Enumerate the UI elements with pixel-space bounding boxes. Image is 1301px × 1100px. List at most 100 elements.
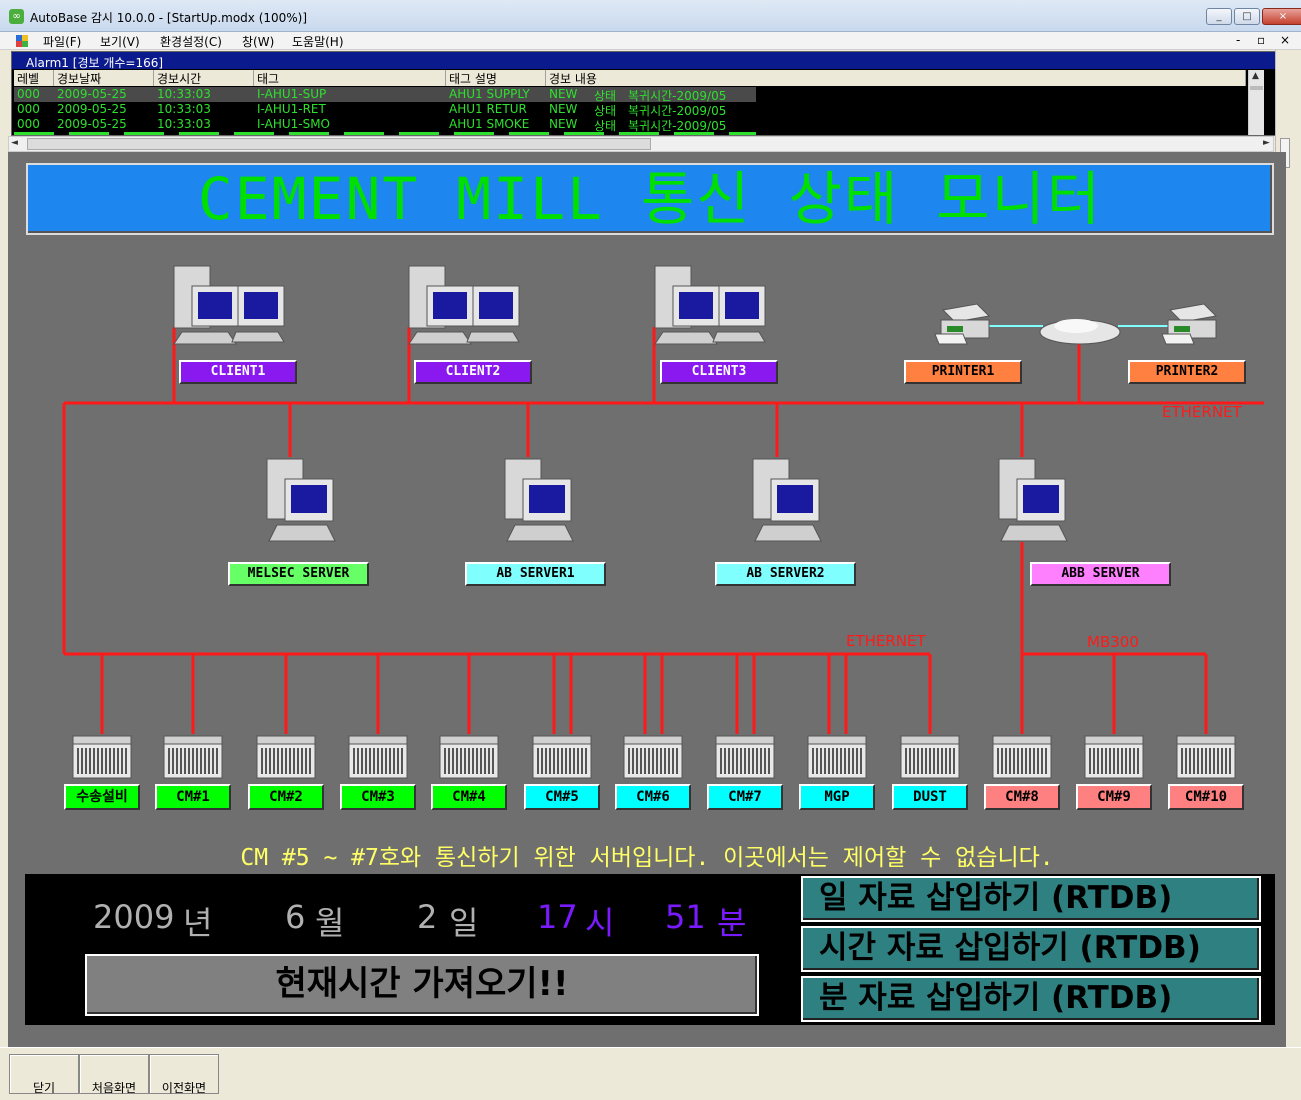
plc-rack-icon[interactable] bbox=[806, 732, 868, 780]
plc-rack-icon[interactable] bbox=[1175, 732, 1237, 780]
minute-unit: 분 bbox=[717, 904, 747, 942]
menu-view[interactable]: 보기(V) bbox=[100, 33, 140, 50]
printer-icon[interactable] bbox=[933, 300, 993, 348]
alarm-table-header: 레벨 경보날짜 경보시간 태그 태그 설명 경보 내용 bbox=[14, 70, 1246, 86]
client-workstation-icon[interactable] bbox=[649, 260, 774, 350]
menu-window[interactable]: 창(W) bbox=[242, 33, 274, 50]
alarm-message: 복귀시간-2009/05 bbox=[628, 89, 727, 102]
server-computer-icon[interactable] bbox=[501, 455, 576, 545]
printer2-label[interactable]: PRINTER2 bbox=[1128, 360, 1246, 384]
plc-label[interactable]: MGP bbox=[799, 784, 875, 810]
plc-rack-icon[interactable] bbox=[71, 732, 133, 780]
alarm-date: 2009-05-25 bbox=[57, 117, 127, 131]
menu-bar: 파일(F) 보기(V) 환경설정(C) 창(W) 도움말(H) - ▫ × bbox=[0, 32, 1301, 50]
alarm-scrollbar[interactable]: ▲ bbox=[1248, 70, 1264, 135]
month-unit: 월 bbox=[315, 904, 345, 942]
alarm-level: 000 bbox=[17, 102, 40, 116]
plc-rack-icon[interactable] bbox=[714, 732, 776, 780]
get-current-time-button[interactable]: 현재시간 가져오기!! bbox=[85, 954, 759, 1016]
menu-file[interactable]: 파일(F) bbox=[43, 33, 81, 50]
menu-help[interactable]: 도움말(H) bbox=[292, 33, 344, 50]
plc-label[interactable]: CM#9 bbox=[1076, 784, 1152, 810]
printer-icon[interactable] bbox=[1160, 300, 1220, 348]
server-computer-icon[interactable] bbox=[749, 455, 824, 545]
hour-value: 17 bbox=[537, 898, 578, 936]
scroll-thumb[interactable] bbox=[1250, 86, 1263, 90]
plc-label[interactable]: DUST bbox=[892, 784, 968, 810]
plc-label[interactable]: CM#1 bbox=[155, 784, 231, 810]
autobase-app-icon[interactable]: ∞ bbox=[9, 9, 24, 24]
plc-rack-icon[interactable] bbox=[255, 732, 317, 780]
ab-server2-label[interactable]: AB SERVER2 bbox=[715, 562, 856, 586]
alarm-row[interactable]: 000 2009-05-25 10:33:03 I-AHU1-SMO AHU1 … bbox=[14, 117, 756, 132]
mdi-minimize-button[interactable]: - bbox=[1236, 33, 1240, 47]
scroll-left-icon[interactable]: ◄ bbox=[11, 138, 18, 148]
plc-label[interactable]: CM#8 bbox=[984, 784, 1060, 810]
col-alarm-content[interactable]: 경보 내용 bbox=[546, 70, 1246, 86]
plc-label[interactable]: CM#7 bbox=[707, 784, 783, 810]
plc-label[interactable]: CM#2 bbox=[248, 784, 324, 810]
menu-settings[interactable]: 환경설정(C) bbox=[160, 33, 222, 50]
col-level[interactable]: 레벨 bbox=[14, 70, 54, 86]
plc-rack-icon[interactable] bbox=[347, 732, 409, 780]
alarm-message: 복귀시간-2009/05 bbox=[628, 104, 727, 117]
time-control-panel: 2009 년 6 월 2 일 17 시 51 분 현재시간 가져오기!! 일 자… bbox=[25, 874, 1275, 1025]
client2-label[interactable]: CLIENT2 bbox=[414, 360, 532, 384]
alarm-row[interactable]: 000 2009-05-25 10:33:03 I-AHU1-RET AHU1 … bbox=[14, 102, 756, 117]
year-unit: 년 bbox=[183, 904, 213, 942]
client-workstation-icon[interactable] bbox=[168, 260, 293, 350]
alarm-row[interactable]: 000 2009-05-25 10:33:03 I-AHU1-SUP AHU1 … bbox=[14, 87, 756, 102]
plc-label[interactable]: CM#3 bbox=[340, 784, 416, 810]
insert-minute-data-button[interactable]: 분 자료 삽입하기 (RTDB) bbox=[801, 976, 1261, 1022]
previous-screen-button[interactable]: 이전화면 bbox=[149, 1054, 219, 1095]
horizontal-scrollbar[interactable]: ◄ ► bbox=[8, 136, 1274, 152]
plc-rack-icon[interactable] bbox=[1083, 732, 1145, 780]
insert-hour-data-button[interactable]: 시간 자료 삽입하기 (RTDB) bbox=[801, 926, 1261, 972]
plc-rack-icon[interactable] bbox=[438, 732, 500, 780]
col-date[interactable]: 경보날짜 bbox=[54, 70, 154, 86]
plc-label[interactable]: CM#10 bbox=[1168, 784, 1244, 810]
window-title: AutoBase 감시 10.0.0 - [StartUp.modx (100%… bbox=[30, 11, 308, 25]
plc-rack-icon[interactable] bbox=[991, 732, 1053, 780]
col-time[interactable]: 경보시간 bbox=[154, 70, 254, 86]
insert-day-data-button[interactable]: 일 자료 삽입하기 (RTDB) bbox=[801, 876, 1261, 922]
document-icon[interactable] bbox=[15, 34, 29, 48]
close-button[interactable]: 닫기 bbox=[9, 1054, 79, 1095]
client-workstation-icon[interactable] bbox=[403, 260, 528, 350]
plc-label[interactable]: CM#6 bbox=[615, 784, 691, 810]
plc-label[interactable]: CM#4 bbox=[431, 784, 507, 810]
plc-rack-icon[interactable] bbox=[162, 732, 224, 780]
scroll-up-icon[interactable]: ▲ bbox=[1252, 71, 1259, 81]
melsec-server-label[interactable]: MELSEC SERVER bbox=[228, 562, 369, 586]
plc-label[interactable]: CM#5 bbox=[524, 784, 600, 810]
col-tag[interactable]: 태그 bbox=[254, 70, 446, 86]
server-computer-icon[interactable] bbox=[995, 455, 1070, 545]
col-tag-desc[interactable]: 태그 설명 bbox=[446, 70, 546, 86]
year-value: 2009 bbox=[93, 898, 175, 936]
first-screen-button[interactable]: 처음화면 bbox=[79, 1054, 149, 1095]
mb300-label: MB300 bbox=[1087, 633, 1139, 651]
plc-rack-icon[interactable] bbox=[531, 732, 593, 780]
maximize-button[interactable]: □ bbox=[1234, 8, 1260, 25]
window-title-bar: ∞ AutoBase 감시 10.0.0 - [StartUp.modx (10… bbox=[0, 0, 1301, 32]
alarm-tag-desc: AHU1 SMOKE bbox=[449, 117, 530, 131]
client1-label[interactable]: CLIENT1 bbox=[179, 360, 297, 384]
plc-rack-icon[interactable] bbox=[899, 732, 961, 780]
ethernet-label: ETHERNET bbox=[1162, 403, 1242, 421]
minimize-button[interactable]: _ bbox=[1206, 8, 1232, 25]
network-hub-icon[interactable] bbox=[1038, 312, 1122, 346]
monitor-canvas: CEMENT MILL 통신 상태 모니터 CLIENT1 CLIENT2 CL… bbox=[8, 152, 1286, 1047]
abb-server-label[interactable]: ABB SERVER bbox=[1030, 562, 1171, 586]
close-window-button[interactable]: × bbox=[1262, 8, 1301, 25]
mdi-restore-button[interactable]: ▫ bbox=[1257, 33, 1265, 47]
client3-label[interactable]: CLIENT3 bbox=[660, 360, 778, 384]
printer1-label[interactable]: PRINTER1 bbox=[904, 360, 1022, 384]
ab-server1-label[interactable]: AB SERVER1 bbox=[465, 562, 606, 586]
scroll-right-icon[interactable]: ► bbox=[1263, 138, 1270, 148]
alarm-state: NEW bbox=[549, 102, 578, 116]
plc-rack-icon[interactable] bbox=[622, 732, 684, 780]
mdi-close-button[interactable]: × bbox=[1280, 33, 1290, 47]
scroll-thumb[interactable] bbox=[27, 138, 651, 150]
server-computer-icon[interactable] bbox=[263, 455, 338, 545]
plc-label[interactable]: 수송설비 bbox=[64, 784, 140, 810]
